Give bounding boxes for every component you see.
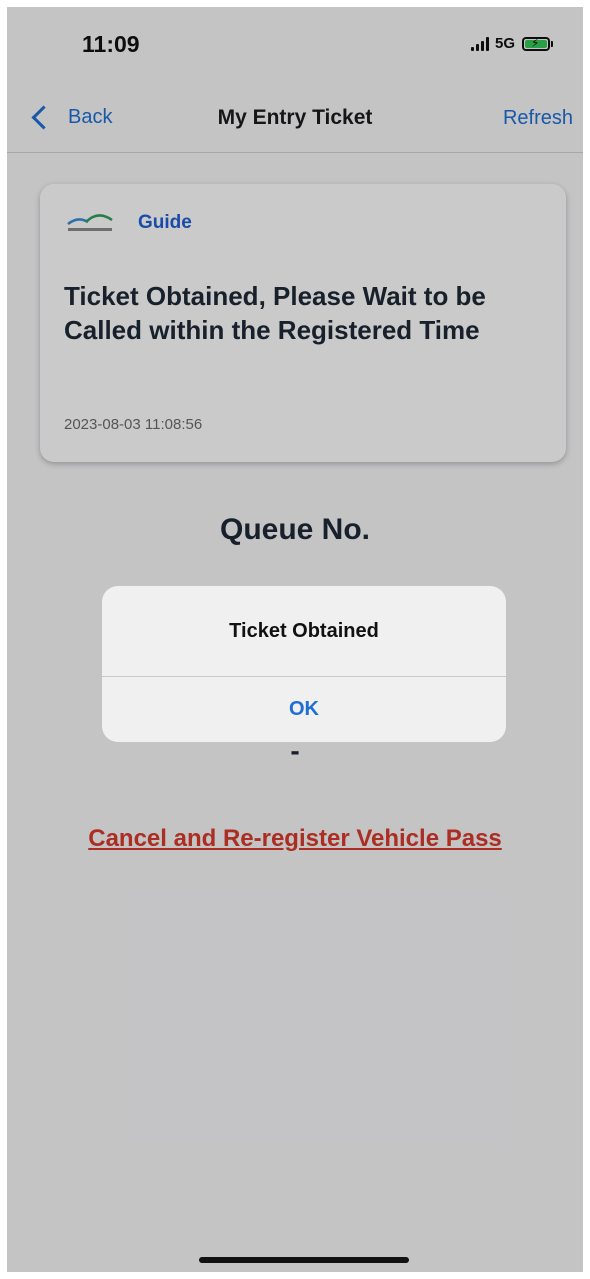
phone-screen: 11:09 5G ⚡ Back My Entry Ticket Refresh	[7, 7, 583, 1272]
alert-ok-button[interactable]: OK	[102, 677, 506, 742]
alert-title: Ticket Obtained	[229, 620, 379, 642]
home-indicator[interactable]	[199, 1257, 409, 1263]
alert-dialog: Ticket Obtained OK	[102, 586, 506, 742]
